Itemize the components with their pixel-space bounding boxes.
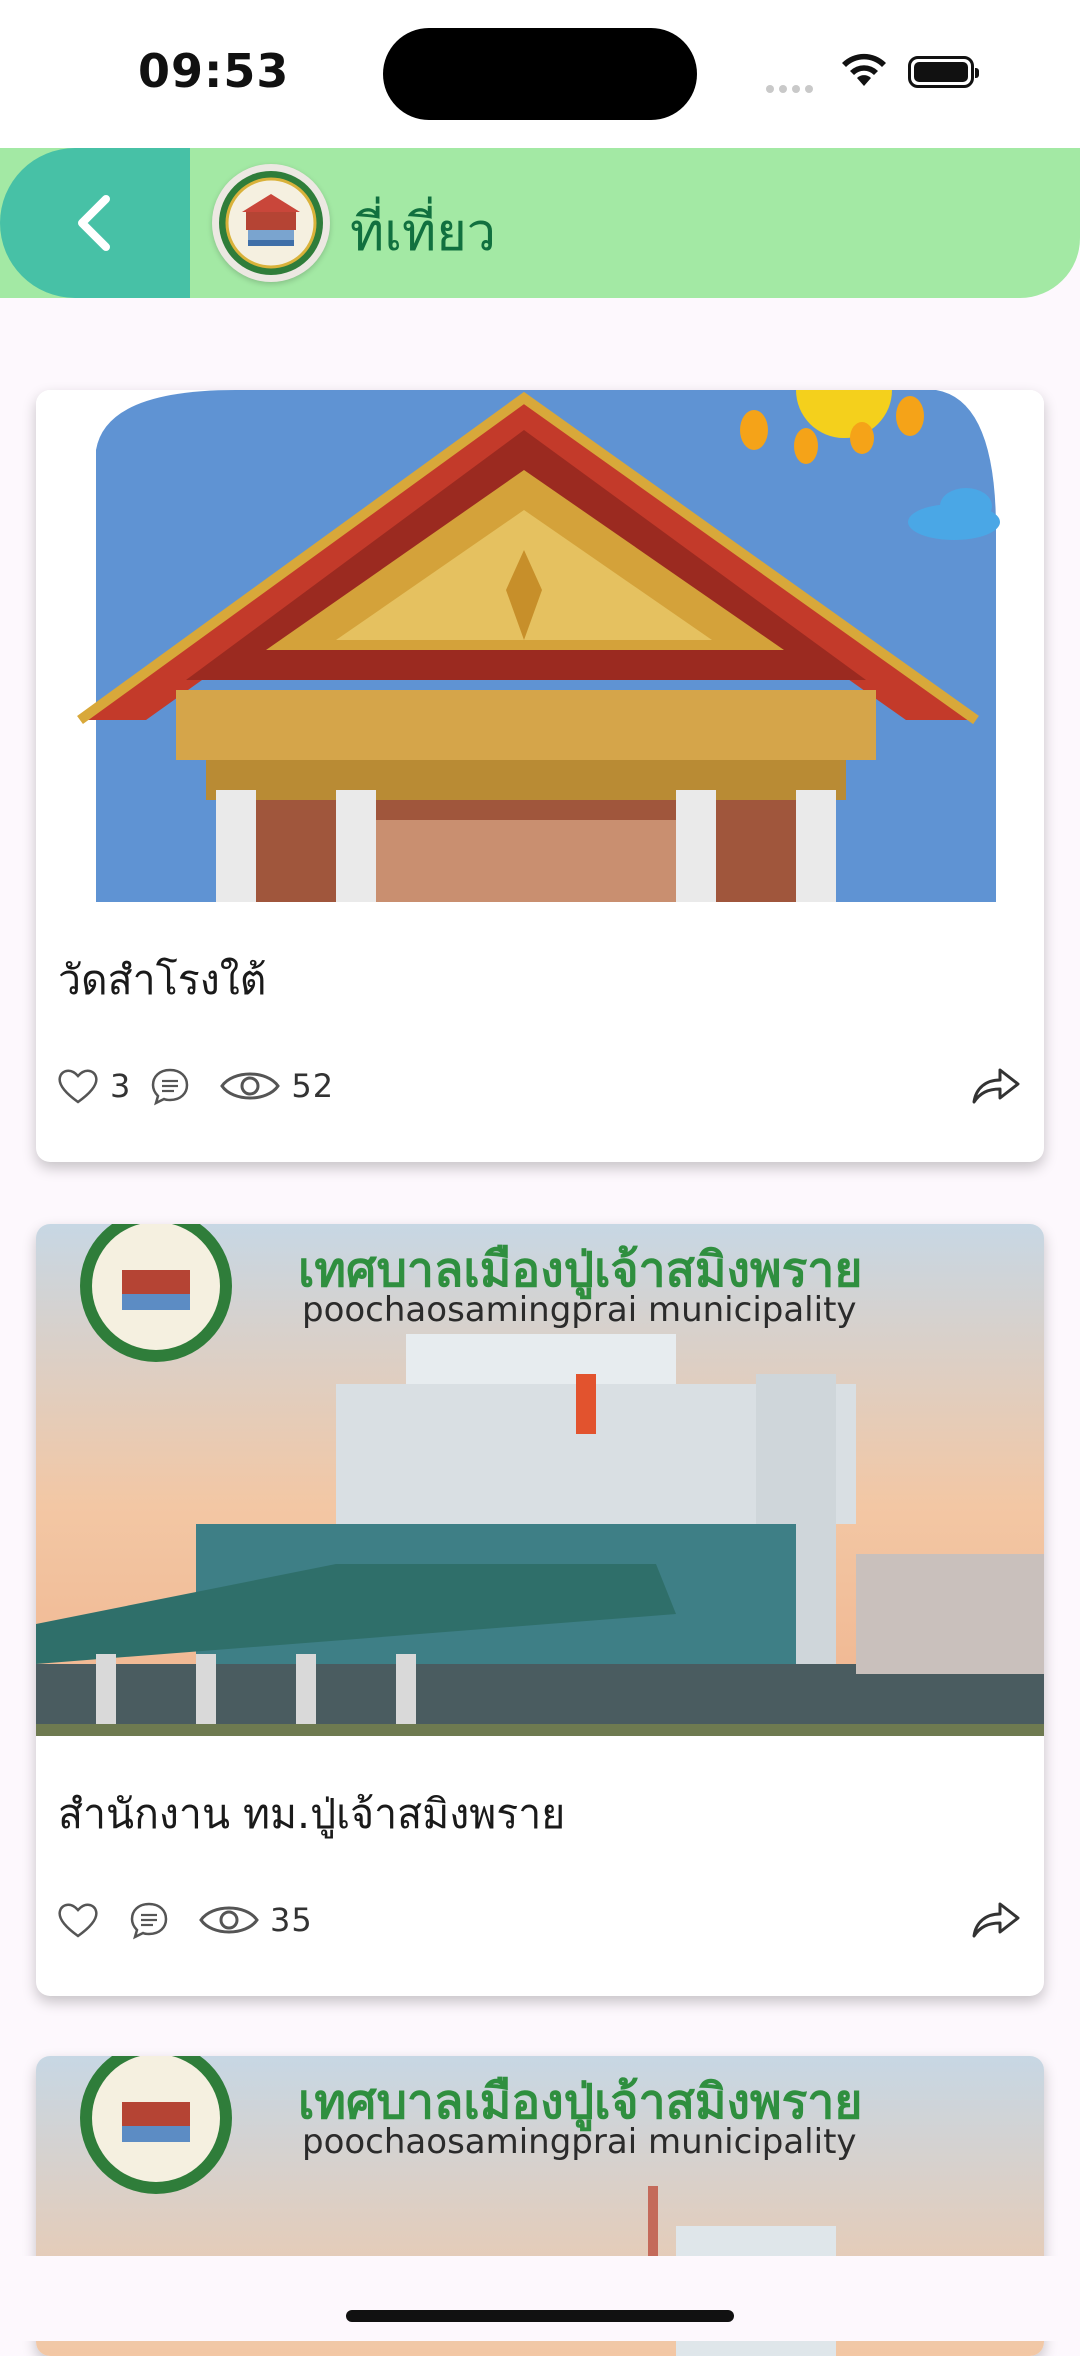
comment-icon[interactable] bbox=[149, 1066, 191, 1106]
municipality-building-photo: เทศบาลเมืองปู่เจ้าสมิงพราย poochaosaming… bbox=[36, 1224, 1044, 1736]
banner-text-english: poochaosamingprai municipality bbox=[302, 1290, 857, 1330]
page-title: ที่เที่ยว bbox=[350, 203, 496, 263]
dynamic-island bbox=[383, 28, 697, 120]
card-stats: 3 52 bbox=[56, 1062, 352, 1110]
wifi-icon bbox=[842, 53, 886, 86]
municipality-seal-icon bbox=[212, 164, 330, 282]
place-card[interactable]: วัดสำโรงใต้ 3 52 bbox=[36, 390, 1044, 1162]
status-bar: 09:53 bbox=[0, 0, 1080, 148]
card-stats: 35 bbox=[56, 1896, 331, 1944]
home-indicator[interactable] bbox=[346, 2310, 734, 2322]
view-count: 35 bbox=[270, 1901, 313, 1939]
bottom-safe-area bbox=[0, 2256, 1080, 2341]
view-count: 52 bbox=[291, 1067, 335, 1105]
place-card[interactable]: เทศบาลเมืองปู่เจ้าสมิงพราย poochaosaming… bbox=[36, 1224, 1044, 1996]
eye-icon bbox=[198, 1900, 260, 1940]
battery-icon bbox=[908, 56, 979, 88]
like-count: 3 bbox=[110, 1067, 132, 1105]
share-button[interactable] bbox=[970, 1896, 1022, 1940]
share-icon bbox=[972, 1902, 1020, 1938]
share-button[interactable] bbox=[970, 1062, 1022, 1106]
cellular-signal-icon bbox=[766, 78, 818, 97]
heart-icon[interactable] bbox=[56, 1900, 100, 1940]
card-title: วัดสำโรงใต้ bbox=[58, 956, 267, 1004]
heart-icon[interactable] bbox=[56, 1066, 100, 1106]
banner-text-english: poochaosamingprai municipality bbox=[302, 2122, 857, 2162]
status-time: 09:53 bbox=[138, 44, 290, 98]
chevron-left-icon bbox=[78, 195, 110, 251]
back-button[interactable] bbox=[0, 148, 190, 298]
comment-icon[interactable] bbox=[128, 1900, 170, 1940]
card-title: สำนักงาน ทม.ปู่เจ้าสมิงพราย bbox=[58, 1790, 566, 1838]
share-icon bbox=[972, 1068, 1020, 1104]
eye-icon bbox=[219, 1066, 281, 1106]
temple-photo bbox=[36, 390, 1044, 902]
